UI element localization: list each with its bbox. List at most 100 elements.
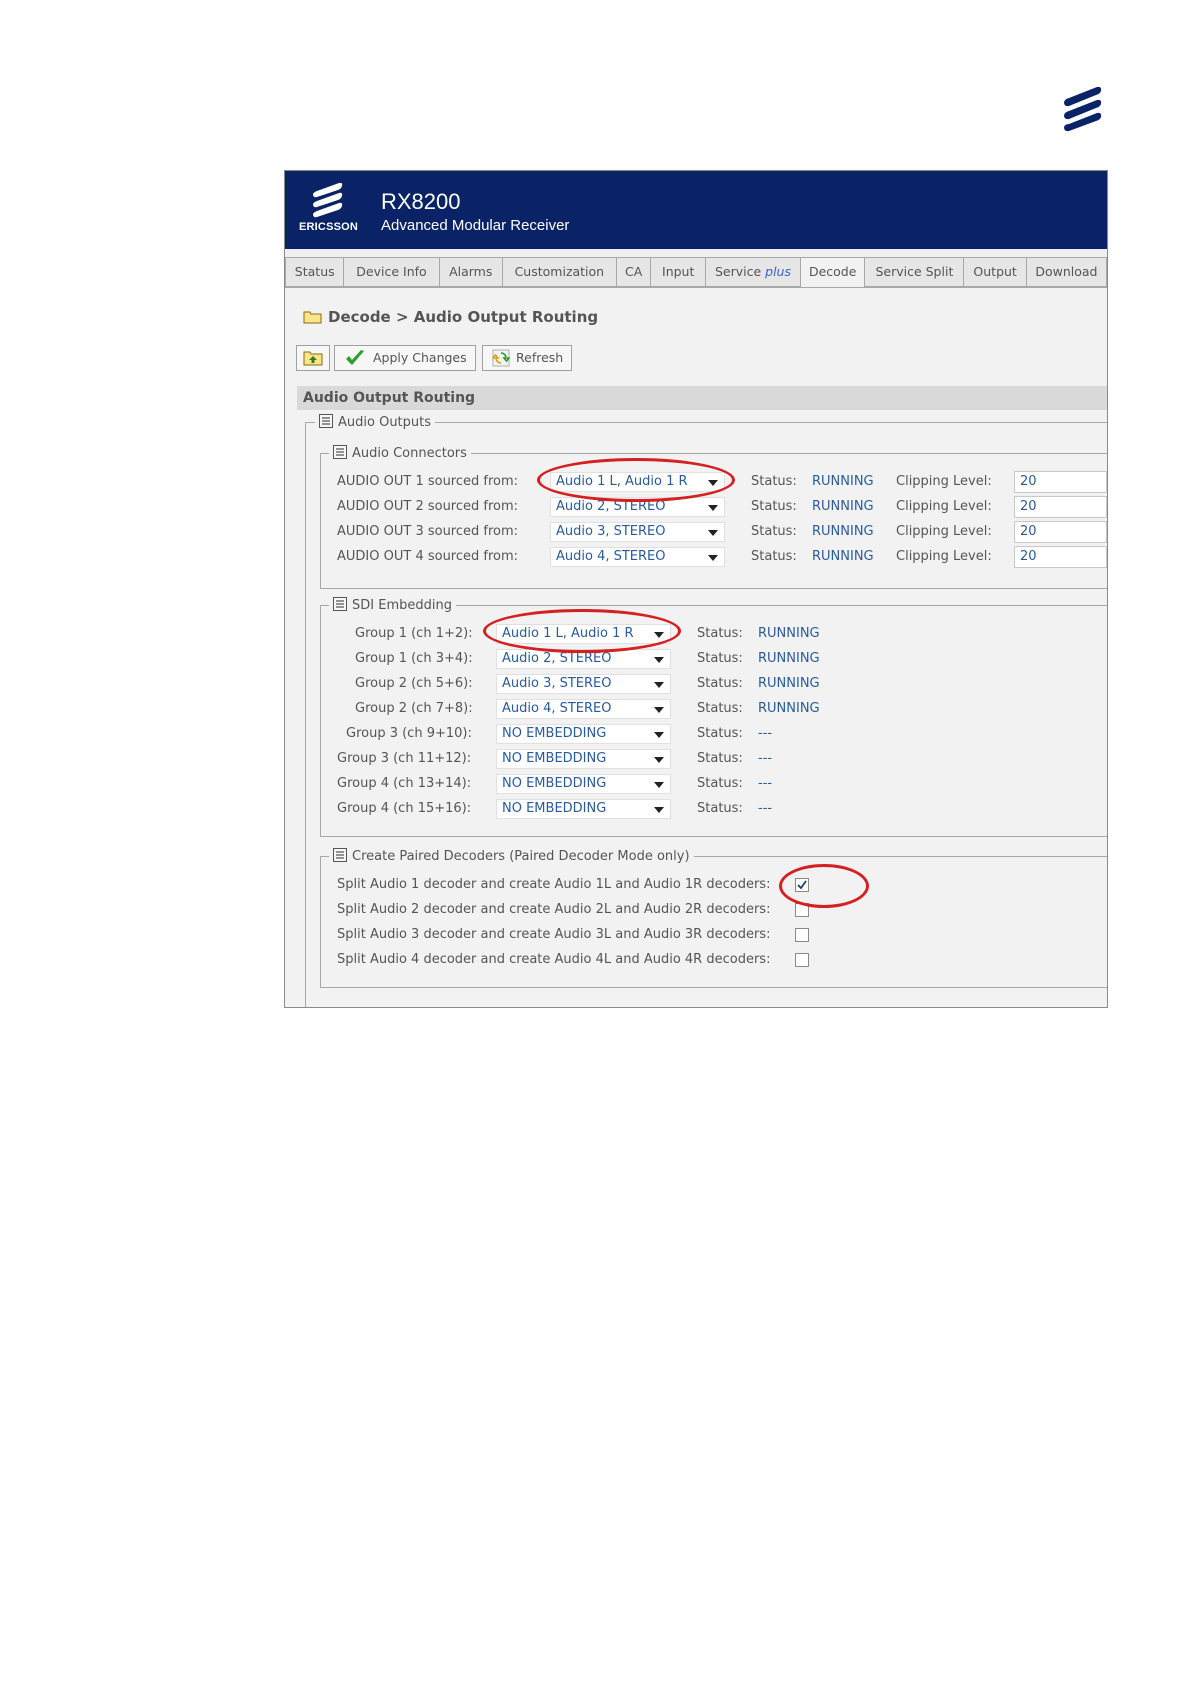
- tab-input[interactable]: Input: [651, 257, 706, 287]
- tab-service-plus-label: Service: [714, 264, 762, 279]
- sdi-group-label: Group 3 (ch 9+10):: [346, 726, 472, 741]
- audio-out-source-select[interactable]: Audio 4, STEREO: [550, 547, 725, 567]
- sdi-group-label: Group 1 (ch 3+4):: [355, 651, 473, 666]
- brand-name: ERICSSON: [299, 221, 359, 233]
- audio-out-label: AUDIO OUT 3 sourced from:: [337, 524, 519, 539]
- highlight-ring: [483, 609, 681, 653]
- list-icon: [333, 445, 347, 459]
- clipping-level-input[interactable]: 20: [1014, 496, 1107, 518]
- status-label: Status:: [697, 676, 743, 691]
- status-label: Status:: [697, 626, 743, 641]
- split-decoder-label: Split Audio 3 decoder and create Audio 3…: [337, 927, 771, 942]
- status-label: Status:: [697, 751, 743, 766]
- refresh-button[interactable]: Refresh: [482, 345, 572, 371]
- status-value: ---: [758, 751, 773, 766]
- ericsson-corner-logo-icon: [1064, 86, 1102, 132]
- product-subtitle: Advanced Modular Receiver: [381, 217, 570, 234]
- status-label: Status:: [751, 524, 797, 539]
- clipping-level-input[interactable]: 20: [1014, 546, 1107, 568]
- dropdown-arrow-icon: [654, 782, 664, 788]
- dropdown-arrow-icon: [654, 707, 664, 713]
- status-value: RUNNING: [758, 626, 820, 641]
- up-level-button[interactable]: [296, 345, 330, 371]
- status-value: RUNNING: [812, 474, 874, 489]
- clipping-level-input[interactable]: 20: [1014, 471, 1107, 493]
- tab-output[interactable]: Output: [964, 257, 1027, 287]
- folder-icon: [303, 311, 322, 324]
- selected-value: Audio 2, STEREO: [502, 651, 612, 666]
- tab-service-plus[interactable]: Service plus: [705, 257, 802, 287]
- sdi-group-source-select[interactable]: NO EMBEDDING: [496, 774, 671, 794]
- sdi-group-label: Group 2 (ch 7+8):: [355, 701, 473, 716]
- status-label: Status:: [751, 499, 797, 514]
- tab-alarms[interactable]: Alarms: [439, 257, 503, 287]
- split-decoder-checkbox[interactable]: [795, 953, 809, 967]
- sdi-group-source-select[interactable]: NO EMBEDDING: [496, 799, 671, 819]
- audio-out-label: AUDIO OUT 1 sourced from:: [337, 474, 519, 489]
- tab-customization[interactable]: Customization: [502, 257, 617, 287]
- checkmark-icon: [346, 350, 364, 365]
- paired-decoders-legend-text: Create Paired Decoders (Paired Decoder M…: [352, 849, 690, 864]
- status-value: RUNNING: [812, 549, 874, 564]
- status-value: ---: [758, 801, 773, 816]
- selected-value: Audio 3, STEREO: [502, 676, 612, 691]
- selected-value: NO EMBEDDING: [502, 776, 607, 791]
- sdi-group-label: Group 3 (ch 11+12):: [337, 751, 472, 766]
- list-icon: [319, 414, 333, 428]
- tab-device-info[interactable]: Device Info: [344, 257, 440, 287]
- tab-service-plus-suffix: plus: [765, 264, 791, 279]
- sdi-group-source-select[interactable]: NO EMBEDDING: [496, 724, 671, 744]
- app-banner: ERICSSON RX8200 Advanced Modular Receive…: [285, 171, 1107, 249]
- main-tabs: Status Device Info Alarms Customization …: [285, 257, 1107, 289]
- clipping-level-label: Clipping Level:: [896, 549, 992, 564]
- dropdown-arrow-icon: [654, 732, 664, 738]
- status-value: RUNNING: [812, 524, 874, 539]
- clipping-level-input[interactable]: 20: [1014, 521, 1107, 543]
- selected-value: NO EMBEDDING: [502, 751, 607, 766]
- split-decoder-label: Split Audio 4 decoder and create Audio 4…: [337, 952, 771, 967]
- apply-changes-button[interactable]: Apply Changes: [334, 345, 476, 371]
- folder-up-icon: [303, 351, 323, 366]
- dropdown-arrow-icon: [654, 757, 664, 763]
- selected-value: Audio 3, STEREO: [556, 524, 666, 539]
- audio-outputs-legend: Audio Outputs: [315, 414, 436, 431]
- status-label: Status:: [697, 776, 743, 791]
- sdi-group-source-select[interactable]: Audio 3, STEREO: [496, 674, 671, 694]
- dropdown-arrow-icon: [708, 530, 718, 536]
- sdi-group-label: Group 4 (ch 15+16):: [337, 801, 472, 816]
- list-icon: [333, 848, 347, 862]
- status-value: RUNNING: [812, 499, 874, 514]
- status-label: Status:: [751, 549, 797, 564]
- breadcrumb: Decode > Audio Output Routing: [303, 308, 598, 326]
- sdi-group-label: Group 2 (ch 5+6):: [355, 676, 473, 691]
- refresh-label: Refresh: [516, 350, 564, 365]
- selected-value: NO EMBEDDING: [502, 726, 607, 741]
- dropdown-arrow-icon: [708, 505, 718, 511]
- sdi-group-source-select[interactable]: NO EMBEDDING: [496, 749, 671, 769]
- selected-value: NO EMBEDDING: [502, 801, 607, 816]
- tab-download[interactable]: Download: [1026, 257, 1107, 287]
- tab-ca[interactable]: CA: [616, 257, 652, 287]
- tab-content: Decode > Audio Output Routing Apply Chan…: [285, 287, 1107, 1007]
- audio-out-source-select[interactable]: Audio 3, STEREO: [550, 522, 725, 542]
- sdi-group-source-select[interactable]: Audio 4, STEREO: [496, 699, 671, 719]
- refresh-icon: [492, 349, 510, 367]
- tab-decode[interactable]: Decode: [801, 257, 866, 289]
- clipping-level-label: Clipping Level:: [896, 524, 992, 539]
- tab-service-split[interactable]: Service Split: [865, 257, 965, 287]
- tab-status[interactable]: Status: [285, 257, 345, 287]
- audio-out-label: AUDIO OUT 2 sourced from:: [337, 499, 519, 514]
- status-value: RUNNING: [758, 701, 820, 716]
- dropdown-arrow-icon: [654, 657, 664, 663]
- selected-value: Audio 4, STEREO: [502, 701, 612, 716]
- split-decoder-checkbox[interactable]: [795, 928, 809, 942]
- paired-decoders-legend: Create Paired Decoders (Paired Decoder M…: [329, 848, 694, 865]
- list-icon: [333, 597, 347, 611]
- sdi-embedding-legend: SDI Embedding: [329, 597, 456, 614]
- status-label: Status:: [697, 726, 743, 741]
- highlight-ring: [779, 864, 869, 908]
- status-value: ---: [758, 776, 773, 791]
- split-decoder-label: Split Audio 2 decoder and create Audio 2…: [337, 902, 771, 917]
- clipping-level-label: Clipping Level:: [896, 499, 992, 514]
- dropdown-arrow-icon: [654, 807, 664, 813]
